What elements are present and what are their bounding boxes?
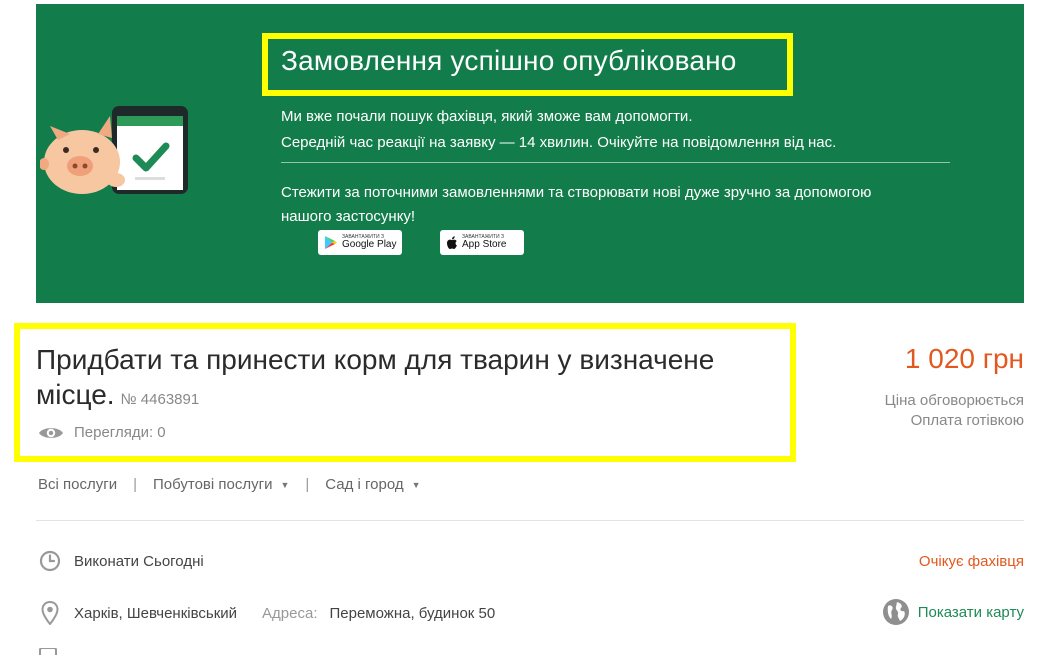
- location-row: Харків, Шевченківський Адреса: Переможна…: [38, 601, 495, 625]
- order-title: Придбати та принести корм для тварин у в…: [36, 342, 776, 417]
- breadcrumb-all-services[interactable]: Всі послуги: [38, 476, 117, 493]
- views-label: Перегляди: 0: [74, 424, 166, 441]
- city-district: Харків, Шевченківський: [74, 604, 238, 622]
- section-divider: [36, 520, 1024, 521]
- breadcrumb-all-services-label: Всі послуги: [38, 476, 118, 493]
- banner-divider: [281, 162, 950, 163]
- chevron-down-icon: ▼: [411, 479, 421, 490]
- address-value: Переможна, будинок 50: [329, 604, 496, 622]
- order-number: № 4463891: [120, 391, 200, 408]
- show-map-link[interactable]: Показати карту: [882, 598, 1024, 626]
- google-play-button[interactable]: ЗАВАНТАЖИТИ З Google Play: [318, 230, 402, 255]
- app-store-label: App Store: [462, 239, 507, 250]
- views-counter: Перегляди: 0: [38, 424, 166, 441]
- app-store-button[interactable]: ЗАВАНТАЖИТИ З App Store: [440, 230, 524, 255]
- pig-phone-illustration: [40, 106, 188, 194]
- banner-text-line-2: Середній час реакції на заявку — 14 хвил…: [281, 134, 837, 151]
- breadcrumb-garden-label: Сад і город: [325, 476, 404, 493]
- breadcrumb-separator: |: [305, 476, 310, 493]
- order-title-line-2: місце.: [36, 379, 115, 410]
- breadcrumb-household-services[interactable]: Побутові послуги ▼: [153, 476, 289, 493]
- location-pin-icon: [38, 601, 62, 625]
- document-icon: [39, 648, 57, 655]
- apple-icon: [447, 235, 457, 249]
- breadcrumb-household-label: Побутові послуги: [152, 476, 273, 493]
- status-badge: Очікує фахівця: [918, 553, 1024, 570]
- deadline-row: Виконати Сьогодні: [38, 549, 204, 573]
- breadcrumb-separator: |: [133, 476, 137, 493]
- breadcrumb-garden[interactable]: Сад і город ▼: [325, 476, 420, 493]
- google-play-label: Google Play: [342, 239, 397, 250]
- clock-icon: [38, 549, 62, 573]
- eye-icon: [39, 427, 63, 438]
- show-map-label: Показати карту: [917, 603, 1024, 621]
- breadcrumb: Всі послуги | Побутові послуги ▼ | Сад і …: [38, 476, 421, 493]
- address-label: Адреса:: [262, 604, 318, 622]
- banner-text-line-3: Стежити за поточними замовленнями та ств…: [281, 184, 872, 201]
- globe-icon: [882, 599, 909, 625]
- price-negotiable: Ціна обговорюється: [884, 392, 1024, 409]
- deadline-text: Виконати Сьогодні: [74, 552, 204, 570]
- banner-text-line-1: Ми вже почали пошук фахівця, який зможе …: [281, 108, 693, 125]
- banner-text-line-4: нашого застосунку!: [281, 208, 416, 225]
- order-title-line-1: Придбати та принести корм для тварин у в…: [36, 344, 715, 375]
- payment-method: Оплата готівкою: [910, 412, 1024, 429]
- success-title: Замовлення успішно опубліковано: [281, 45, 737, 76]
- order-price: 1 020 грн: [904, 343, 1024, 374]
- chevron-down-icon: ▼: [280, 479, 290, 490]
- google-play-icon: [325, 236, 337, 249]
